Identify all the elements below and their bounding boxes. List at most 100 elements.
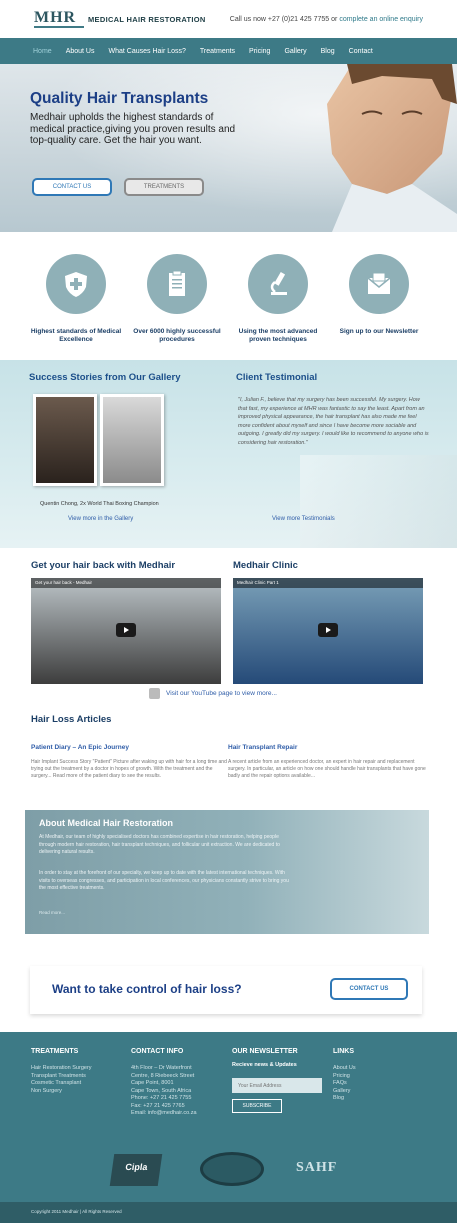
clipboard-icon xyxy=(169,270,185,296)
syringe-image xyxy=(300,455,457,548)
footer-newsletter: OUR NEWSLETTER Recieve news & Updates SU… xyxy=(232,1048,322,1113)
contact-line: 4th Floor – Dr Waterfront xyxy=(131,1065,192,1071)
article-title-link[interactable]: Patient Diary – An Epic Journey xyxy=(31,744,129,751)
nav-treatments[interactable]: Treatments xyxy=(200,48,242,55)
cta-contact-button[interactable]: CONTACT US xyxy=(330,978,408,1000)
medical-shield-icon xyxy=(65,272,87,297)
hero-portrait xyxy=(327,64,457,232)
nav-contact[interactable]: Contact xyxy=(349,48,380,55)
footer-link[interactable]: Cosmetic Transplant xyxy=(31,1080,92,1088)
newsletter-icon xyxy=(367,272,391,294)
article-card: Patient Diary – An Epic Journey Hair Imp… xyxy=(31,736,231,780)
cta-title: Want to take control of hair loss? xyxy=(52,982,242,996)
articles-section: Hair Loss Articles Patient Diary – An Ep… xyxy=(0,708,457,808)
nav-blog[interactable]: Blog xyxy=(321,48,342,55)
footer-link[interactable]: FAQs xyxy=(333,1080,356,1088)
right-video-heading: Medhair Clinic xyxy=(233,560,298,571)
nav-about-us[interactable]: About Us xyxy=(66,48,102,55)
video-player-left[interactable]: Get your hair back - Medhair xyxy=(31,578,221,684)
article-excerpt: Hair Implant Success Story "Patient" Pic… xyxy=(31,759,227,779)
youtube-link[interactable]: Visit our YouTube page to view more... xyxy=(149,688,277,699)
feature-newsletter[interactable]: Sign up to our Newsletter xyxy=(329,254,429,336)
cipla-logo[interactable]: Cipla xyxy=(109,1154,163,1186)
subscribe-button[interactable]: SUBSCRIBE xyxy=(232,1099,282,1113)
gallery-photo-before[interactable] xyxy=(33,394,97,486)
gallery-photo-after[interactable] xyxy=(100,394,164,486)
youtube-icon xyxy=(149,688,160,699)
left-video-heading: Get your hair back with Medhair xyxy=(31,560,176,571)
testimonial-quote: "I, Julian F., believe that my surgery h… xyxy=(238,397,429,446)
contact-line: Cape Point, 8001 xyxy=(131,1080,174,1086)
feature-label: Highest standards of Medical Excellence xyxy=(30,328,122,343)
microscope-icon xyxy=(270,271,287,295)
article-card: Hair Transplant Repair A recent article … xyxy=(228,736,428,780)
feature-label: Over 6000 highly successful procedures xyxy=(133,328,221,343)
hero-banner: Quality Hair Transplants Medhair upholds… xyxy=(0,64,457,232)
cta-banner: Want to take control of hair loss? CONTA… xyxy=(30,966,422,1014)
footer-link[interactable]: About Us xyxy=(333,1065,356,1073)
gallery-heading: Success Stories from Our Gallery xyxy=(29,372,181,383)
footer-link[interactable]: Hair Restoration Surgery xyxy=(31,1065,92,1073)
video-title-bar: Get your hair back - Medhair xyxy=(31,578,221,588)
view-testimonials-link[interactable]: View more Testimonials xyxy=(272,516,335,522)
footer-link[interactable]: Gallery xyxy=(333,1088,356,1096)
about-paragraph: At Medhair, our team of highly specialis… xyxy=(39,834,280,855)
feature-procedures[interactable]: Over 6000 highly successful procedures xyxy=(127,254,227,344)
footer: TREATMENTS Hair Restoration Surgery Tran… xyxy=(0,1032,457,1202)
article-excerpt: A recent article from an experienced doc… xyxy=(228,759,426,779)
online-enquiry-link[interactable]: complete an online enquiry xyxy=(339,16,423,23)
footer-treatments: TREATMENTS Hair Restoration Surgery Tran… xyxy=(31,1048,92,1095)
feature-label: Sign up to our Newsletter xyxy=(339,328,419,335)
newsletter-email-input[interactable] xyxy=(232,1078,322,1093)
feature-circle xyxy=(349,254,409,314)
contact-email-link[interactable]: Email: info@medhair.co.za xyxy=(131,1110,197,1118)
phone-text: Call us now +27 (0)21 425 7755 xyxy=(229,16,330,23)
footer-link[interactable]: Blog xyxy=(333,1095,356,1103)
hero-treatments-button[interactable]: TREATMENTS xyxy=(124,178,204,196)
testimonial-heading: Client Testimonial xyxy=(236,372,318,383)
contact-line: Cape Town, South Africa xyxy=(131,1087,192,1094)
nav-gallery[interactable]: Gallery xyxy=(284,48,313,55)
footer-link[interactable]: Transplant Treatments xyxy=(31,1073,92,1081)
footer-link[interactable]: Non Surgery xyxy=(31,1088,92,1096)
video-player-right[interactable]: Medhair Clinic Part 1 xyxy=(233,578,423,684)
footer-heading: LINKS xyxy=(333,1048,354,1055)
features-section: Highest standards of Medical Excellence … xyxy=(0,232,457,360)
sahf-logo[interactable]: SAHF xyxy=(296,1160,337,1176)
footer-links: LINKS About Us Pricing FAQs Gallery Blog xyxy=(333,1048,356,1103)
contact-line: Fax: +27 21 425 7765 xyxy=(131,1102,185,1109)
nav-home[interactable]: Home xyxy=(33,48,59,55)
feature-circle xyxy=(248,254,308,314)
nav-hair-loss[interactable]: What Causes Hair Loss? xyxy=(108,48,192,55)
about-heading: About Medical Hair Restoration xyxy=(39,818,174,828)
play-icon[interactable] xyxy=(116,623,136,637)
footer-heading: CONTACT INFO xyxy=(131,1048,184,1055)
youtube-link-text: Visit our YouTube page to view more... xyxy=(166,690,277,697)
about-paragraph: In order to stay at the forefront of our… xyxy=(39,870,289,891)
footer-link[interactable]: Pricing xyxy=(333,1073,356,1081)
association-seal-logo[interactable] xyxy=(200,1152,264,1186)
hero-title: Quality Hair Transplants xyxy=(30,90,209,107)
play-icon[interactable] xyxy=(318,623,338,637)
contact-line: Phone: +27 21 425 7755 xyxy=(131,1095,192,1101)
about-section: About Medical Hair Restoration At Medhai… xyxy=(25,810,429,934)
footer-heading: TREATMENTS xyxy=(31,1048,79,1055)
feature-medical-excellence[interactable]: Highest standards of Medical Excellence xyxy=(26,254,126,344)
copyright-bar: Copyright 2011 Medhair | All Rights Rese… xyxy=(0,1202,457,1223)
brand-name: MEDICAL HAIR RESTORATION xyxy=(88,15,206,24)
newsletter-subtitle: Recieve news & Updates xyxy=(232,1062,297,1068)
view-gallery-link[interactable]: View more in the Gallery xyxy=(68,516,133,522)
hero-contact-button[interactable]: CONTACT US xyxy=(32,178,112,196)
logo[interactable]: MHR xyxy=(34,10,84,28)
nav-pricing[interactable]: Pricing xyxy=(249,48,277,55)
about-read-more-link[interactable]: Read more... xyxy=(39,910,65,915)
copyright-text: Copyright 2011 Medhair | All Rights Rese… xyxy=(31,1209,122,1214)
articles-heading: Hair Loss Articles xyxy=(31,714,112,725)
video-title-bar: Medhair Clinic Part 1 xyxy=(233,578,423,588)
feature-circle xyxy=(147,254,207,314)
feature-techniques[interactable]: Using the most advanced proven technique… xyxy=(228,254,328,344)
feature-label: Using the most advanced proven technique… xyxy=(238,328,318,343)
feature-circle xyxy=(46,254,106,314)
article-title-link[interactable]: Hair Transplant Repair xyxy=(228,744,297,751)
logo-mark: MHR xyxy=(34,9,77,26)
